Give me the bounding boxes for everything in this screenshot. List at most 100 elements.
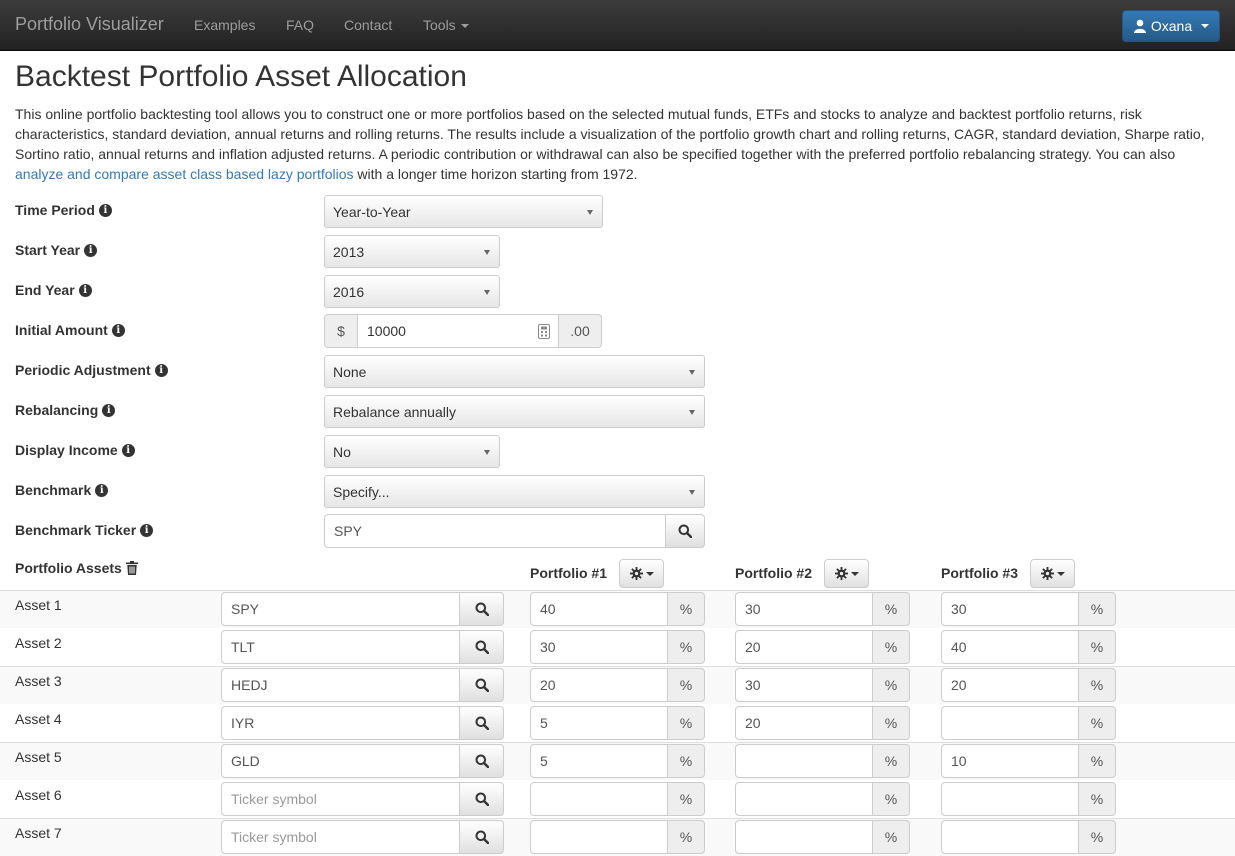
nav-faq[interactable]: FAQ xyxy=(286,17,314,33)
asset-ticker-input[interactable]: SPY xyxy=(221,592,460,626)
nav-tools-dropdown[interactable]: Tools xyxy=(423,17,469,33)
portfolio-3-weight-input[interactable]: 40 xyxy=(941,630,1079,664)
portfolio-2-weight-input[interactable]: 20 xyxy=(735,630,873,664)
info-icon[interactable]: i xyxy=(121,443,135,457)
portfolio-3-weight-input[interactable]: 20 xyxy=(941,668,1079,702)
trash-icon[interactable] xyxy=(125,561,138,575)
rebalancing-select[interactable]: Rebalance annually xyxy=(324,395,705,428)
portfolio-2-weight-input[interactable]: 20 xyxy=(735,706,873,740)
search-icon xyxy=(678,524,692,538)
portfolio-1-weight-input[interactable]: 40 xyxy=(530,592,668,626)
portfolio-2-options-button[interactable] xyxy=(824,559,869,588)
percent-addon: % xyxy=(1078,592,1116,626)
info-icon[interactable]: i xyxy=(95,483,109,497)
portfolio-1-options-button[interactable] xyxy=(619,559,664,588)
info-icon[interactable]: i xyxy=(84,243,98,257)
display-income-label-text: Display Income xyxy=(15,442,118,458)
percent-addon: % xyxy=(872,782,910,816)
end-year-label-text: End Year xyxy=(15,282,75,298)
info-icon[interactable]: i xyxy=(111,323,125,337)
portfolio-1-weight-input[interactable]: 5 xyxy=(530,706,668,740)
asset-label: Asset 7 xyxy=(15,825,62,841)
asset-search-button[interactable] xyxy=(459,744,504,778)
portfolio-2-weight-input[interactable] xyxy=(735,782,873,816)
asset-ticker-input[interactable]: Ticker symbol xyxy=(221,782,460,816)
display-income-select[interactable]: No xyxy=(324,435,500,468)
portfolio-2-weight-input[interactable]: 30 xyxy=(735,668,873,702)
portfolio-1-weight-input[interactable]: 20 xyxy=(530,668,668,702)
calculator-icon[interactable] xyxy=(538,324,550,339)
time-period-label-text: Time Period xyxy=(15,202,95,218)
chevron-down-icon xyxy=(484,250,490,255)
percent-addon: % xyxy=(1078,782,1116,816)
search-icon xyxy=(475,754,489,768)
asset-label: Asset 2 xyxy=(15,635,62,651)
portfolio-1-weight-input[interactable] xyxy=(530,820,668,854)
asset-search-button[interactable] xyxy=(459,782,504,816)
asset-ticker-input[interactable]: IYR xyxy=(221,706,460,740)
percent-addon: % xyxy=(1078,744,1116,778)
chevron-down-icon xyxy=(587,210,593,215)
portfolio-2-weight-input[interactable] xyxy=(735,744,873,778)
benchmark-search-button[interactable] xyxy=(665,514,705,548)
benchmark-ticker-input[interactable]: SPY xyxy=(324,514,666,548)
portfolio-3-weight-input[interactable] xyxy=(941,782,1079,816)
portfolio-3-weight-input[interactable] xyxy=(941,706,1079,740)
initial-amount-input[interactable]: 10000 xyxy=(357,314,559,348)
cents-suffix: .00 xyxy=(558,314,602,348)
time-period-select[interactable]: Year-to-Year xyxy=(324,195,603,228)
asset-search-button[interactable] xyxy=(459,592,504,626)
info-icon[interactable]: i xyxy=(140,523,154,537)
benchmark-select[interactable]: Specify... xyxy=(324,475,705,508)
asset-search-button[interactable] xyxy=(459,706,504,740)
nav-examples[interactable]: Examples xyxy=(194,17,255,33)
brand-link[interactable]: Portfolio Visualizer xyxy=(15,14,164,35)
portfolio-2-header: Portfolio #2 xyxy=(735,565,813,581)
asset-search-button[interactable] xyxy=(459,630,504,664)
info-icon[interactable]: i xyxy=(154,363,168,377)
display-income-value: No xyxy=(333,443,351,460)
lazy-portfolios-link[interactable]: analyze and compare asset class based la… xyxy=(15,166,354,182)
intro-text: This online portfolio backtesting tool a… xyxy=(15,104,1225,184)
percent-addon: % xyxy=(1078,630,1116,664)
asset-ticker-input[interactable]: HEDJ xyxy=(221,668,460,702)
search-icon xyxy=(475,792,489,806)
percent-addon: % xyxy=(667,706,705,740)
portfolio-1-weight-input[interactable] xyxy=(530,782,668,816)
time-period-label: Time Period i xyxy=(15,202,112,218)
portfolio-2-weight-input[interactable]: 30 xyxy=(735,592,873,626)
start-year-select[interactable]: 2013 xyxy=(324,235,500,268)
info-icon[interactable]: i xyxy=(78,283,92,297)
start-year-label-text: Start Year xyxy=(15,242,81,258)
chevron-down-icon xyxy=(1201,24,1210,28)
portfolio-3-weight-input[interactable]: 30 xyxy=(941,592,1079,626)
asset-ticker-input[interactable]: TLT xyxy=(221,630,460,664)
chevron-down-icon xyxy=(1056,571,1065,576)
portfolio-3-weight-input[interactable] xyxy=(941,820,1079,854)
search-icon xyxy=(475,602,489,616)
asset-search-button[interactable] xyxy=(459,668,504,702)
periodic-adjustment-select[interactable]: None xyxy=(324,355,705,388)
portfolio-3-weight-input[interactable]: 10 xyxy=(941,744,1079,778)
periodic-adjustment-label-text: Periodic Adjustment xyxy=(15,362,151,378)
rebalancing-label: Rebalancing i xyxy=(15,402,116,418)
search-icon xyxy=(475,830,489,844)
end-year-value: 2016 xyxy=(333,283,365,300)
asset-ticker-input[interactable]: GLD xyxy=(221,744,460,778)
portfolio-1-weight-input[interactable]: 5 xyxy=(530,744,668,778)
portfolio-1-weight-input[interactable]: 30 xyxy=(530,630,668,664)
gear-icon xyxy=(629,567,643,580)
benchmark-ticker-label: Benchmark Ticker i xyxy=(15,522,154,538)
user-menu-button[interactable]: Oxana xyxy=(1122,10,1220,42)
info-icon[interactable]: i xyxy=(98,203,112,217)
percent-addon: % xyxy=(872,630,910,664)
asset-ticker-input[interactable]: Ticker symbol xyxy=(221,820,460,854)
percent-addon: % xyxy=(1078,706,1116,740)
chevron-down-icon xyxy=(689,410,695,415)
portfolio-3-options-button[interactable] xyxy=(1030,559,1075,588)
info-icon[interactable]: i xyxy=(102,403,116,417)
portfolio-2-weight-input[interactable] xyxy=(735,820,873,854)
asset-search-button[interactable] xyxy=(459,820,504,854)
nav-contact[interactable]: Contact xyxy=(344,17,392,33)
end-year-select[interactable]: 2016 xyxy=(324,275,500,308)
